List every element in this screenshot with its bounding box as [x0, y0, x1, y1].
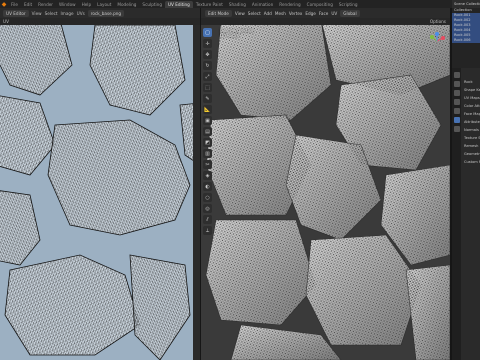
output-tab-icon[interactable]: [453, 90, 460, 96]
cursor-icon[interactable]: ✛: [203, 39, 212, 48]
vp-menu-face[interactable]: Face: [319, 11, 328, 16]
uv-editor-header: UV Editor View Select Image UVs rock_bas…: [0, 8, 200, 18]
top-bar: ◆ File Edit Render Window Help Layout Modeling…: [0, 0, 480, 8]
shear-icon[interactable]: ⫽: [203, 215, 212, 224]
viewport-canvas[interactable]: [201, 25, 450, 360]
smooth-icon[interactable]: ○: [203, 193, 212, 202]
tab-help[interactable]: Help: [79, 1, 95, 8]
blender-logo-icon[interactable]: ◆: [0, 0, 8, 8]
vp-menu-select[interactable]: Select: [248, 11, 261, 16]
vp-menu-view[interactable]: View: [235, 11, 245, 16]
rip-icon[interactable]: ⟂: [203, 226, 212, 235]
mode-selector[interactable]: Edit Mode: [205, 9, 232, 17]
select-box-icon[interactable]: ▢: [203, 28, 212, 37]
outliner-title: Scene Collection: [452, 0, 480, 8]
uv-sync-label[interactable]: UV: [3, 19, 9, 24]
outliner-panel: Scene Collection CollectionRock.001Rock.…: [452, 0, 480, 68]
vp-menu-edge[interactable]: Edge: [305, 11, 316, 16]
annotate-icon[interactable]: ✎: [203, 94, 212, 103]
vp-menu-vertex[interactable]: Vertex: [289, 11, 302, 16]
uv-toolbar: [193, 25, 200, 360]
vp-menu-uv[interactable]: UV: [331, 11, 337, 16]
uv-menu-view[interactable]: View: [32, 11, 42, 16]
outliner-row[interactable]: Rock.006: [452, 38, 480, 43]
extrude-icon[interactable]: ▣: [203, 116, 212, 125]
navigation-gizmo-icon[interactable]: [428, 32, 446, 50]
scene-tab-icon[interactable]: [453, 99, 460, 105]
tab-compositing[interactable]: Compositing: [304, 1, 336, 8]
tab-modeling[interactable]: Modeling: [114, 1, 139, 8]
options-button[interactable]: Options: [430, 19, 446, 24]
transform-icon[interactable]: ⬚: [203, 83, 212, 92]
viewport-toolbar: ▢ ✛ ✥ ↻ ⤢ ⬚ ✎ 📐 ▣ ▤ ◩ ▥ ✂ ◈ ◐ ○ ◎ ⫽ ⟂: [203, 28, 214, 278]
uv-menu-image[interactable]: Image: [61, 11, 74, 16]
image-selector[interactable]: rock_base.png: [87, 9, 125, 17]
rock-wire-group: [206, 25, 450, 360]
poly-build-icon[interactable]: ◈: [203, 171, 212, 180]
object-name-text: (1) Rocks: [220, 33, 239, 38]
tab-uv-editing[interactable]: UV Editing: [164, 0, 193, 8]
editor-type-button[interactable]: UV Editor: [3, 9, 29, 17]
tab-animation[interactable]: Animation: [249, 1, 276, 8]
tab-window[interactable]: Window: [56, 1, 79, 8]
tab-rendering[interactable]: Rendering: [276, 1, 303, 8]
bevel-icon[interactable]: ◩: [203, 138, 212, 147]
viewport-subheader: Options: [201, 18, 450, 25]
move-icon[interactable]: ✥: [203, 50, 212, 59]
uv-canvas[interactable]: [0, 25, 200, 360]
uv-wire-group: [0, 25, 200, 360]
orientation-selector[interactable]: Global: [340, 9, 360, 17]
rock-mesh-render: [205, 25, 450, 360]
rotate-icon[interactable]: ↻: [203, 61, 212, 70]
shrink-icon[interactable]: ◎: [203, 204, 212, 213]
uv-editor-subheader: UV: [0, 18, 200, 25]
knife-icon[interactable]: ✂: [203, 160, 212, 169]
tool-tab-icon[interactable]: [453, 72, 460, 78]
viewport-header: Edit Mode View Select Add Mesh Vertex Ed…: [201, 8, 450, 18]
tab-sculpting[interactable]: Sculpting: [139, 1, 165, 8]
vp-menu-mesh[interactable]: Mesh: [275, 11, 286, 16]
tab-texture-paint[interactable]: Texture Paint: [193, 1, 226, 8]
uv-islands: [0, 25, 200, 360]
uv-menu-select[interactable]: Select: [45, 11, 58, 16]
workspace-tabs: File Edit Render Window Help Layout Modeling Sc…: [8, 0, 361, 8]
tab-file[interactable]: File: [8, 1, 21, 8]
uv-menu-uvs[interactable]: UVs: [77, 11, 85, 16]
tab-render[interactable]: Render: [35, 1, 56, 8]
material-tab-icon[interactable]: [453, 126, 460, 132]
mesh-data-tab-icon[interactable]: [453, 117, 460, 123]
outliner-list: Collection Rock.001 Rock.002 Rock.003 Rock.0…: [452, 8, 480, 43]
viewport-info: User Perspective (1) Rocks: [220, 28, 254, 38]
scale-icon[interactable]: ⤢: [203, 72, 212, 81]
object-tab-icon[interactable]: [453, 108, 460, 114]
measure-icon[interactable]: 📐: [203, 105, 212, 114]
properties-tabs: [452, 68, 461, 360]
tab-shading[interactable]: Shading: [226, 1, 249, 8]
tab-edit[interactable]: Edit: [21, 1, 35, 8]
render-tab-icon[interactable]: [453, 81, 460, 87]
tab-scripting[interactable]: Scripting: [336, 1, 361, 8]
tab-layout[interactable]: Layout: [94, 1, 114, 8]
loop-cut-icon[interactable]: ▥: [203, 149, 212, 158]
inset-icon[interactable]: ▤: [203, 127, 212, 136]
spin-icon[interactable]: ◐: [203, 182, 212, 191]
vp-menu-add[interactable]: Add: [264, 11, 272, 16]
